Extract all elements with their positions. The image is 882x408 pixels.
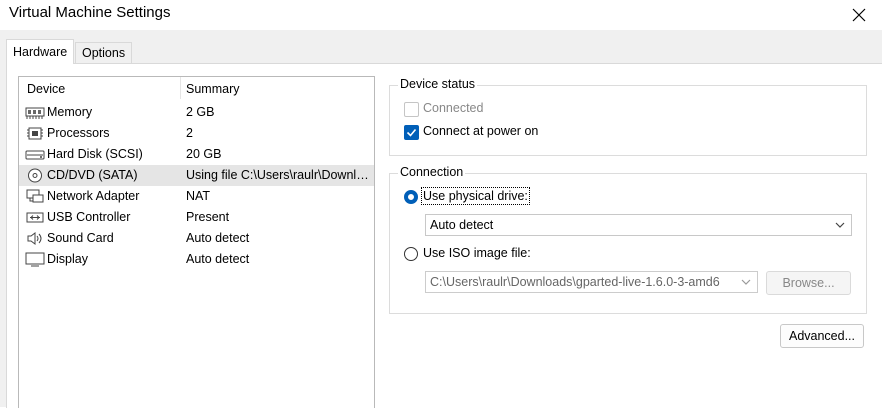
chevron-down-icon [739,275,753,289]
tab-options[interactable]: Options [75,42,133,63]
device-name: Display [47,252,88,266]
device-row-network-adapter[interactable]: Network Adapter NAT [19,186,374,207]
device-summary: Auto detect [186,231,250,245]
processor-icon [27,127,43,140]
device-name: Hard Disk (SCSI) [47,147,143,161]
device-summary: 20 GB [186,147,222,161]
device-list[interactable]: Device Summary Memory 2 GB Processors 2 … [18,76,375,408]
close-button[interactable] [836,0,882,30]
connection-label: Connection [398,165,466,179]
device-name: USB Controller [47,210,131,224]
device-name: CD/DVD (SATA) [47,168,138,182]
device-row-memory[interactable]: Memory 2 GB [19,102,374,123]
physical-drive-value: Auto detect [430,218,494,232]
device-summary: NAT [186,189,211,203]
network-adapter-icon [26,189,44,203]
iso-path-value: C:\Users\raulr\Downloads\gparted-live-1.… [430,275,720,289]
column-header-summary[interactable]: Summary [186,82,239,96]
connected-checkbox[interactable] [404,102,419,117]
device-row-usb-controller[interactable]: USB Controller Present [19,207,374,228]
window-title: Virtual Machine Settings [9,4,171,21]
advanced-button[interactable]: Advanced... [780,324,864,348]
chevron-down-icon [835,222,845,228]
device-status-label: Device status [398,77,478,91]
browse-button[interactable]: Browse... [766,271,851,295]
device-row-sound-card[interactable]: Sound Card Auto detect [19,228,374,249]
title-bar: Virtual Machine Settings [0,0,882,30]
connected-label: Connected [423,101,484,115]
hard-disk-icon [25,150,45,160]
speaker-icon [27,232,42,245]
cd-dvd-icon [28,168,42,183]
usb-icon [26,212,44,223]
device-summary: Present [186,210,230,224]
device-name: Network Adapter [47,189,140,203]
device-status-group: Device status Connected Connect at power… [389,77,867,156]
device-name: Memory [47,105,93,119]
iso-image-radio[interactable] [404,247,418,261]
connect-power-on-checkbox[interactable] [404,125,419,140]
device-row-cd-dvd[interactable]: CD/DVD (SATA) Using file C:\Users\raulr\… [19,165,374,186]
device-summary: 2 [186,126,193,140]
iso-image-label: Use ISO image file: [423,246,531,260]
iso-path-select[interactable]: C:\Users\raulr\Downloads\gparted-live-1.… [425,271,758,293]
physical-drive-radio[interactable] [404,190,418,204]
device-row-display[interactable]: Display Auto detect [19,249,374,270]
device-summary: 2 GB [186,105,215,119]
device-row-hard-disk[interactable]: Hard Disk (SCSI) 20 GB [19,144,374,165]
connect-power-on-label: Connect at power on [423,124,539,138]
close-icon [852,8,866,22]
checkmark-icon [406,128,417,137]
device-name: Sound Card [47,231,114,245]
column-separator [180,77,181,99]
physical-drive-label: Use physical drive: [421,187,530,205]
device-summary: Using file C:\Users\raulr\Downloads\gpar… [186,168,370,182]
tab-hardware[interactable]: Hardware [6,39,75,64]
device-row-processors[interactable]: Processors 2 [19,123,374,144]
device-name: Processors [47,126,110,140]
monitor-icon [25,252,45,267]
memory-icon [25,107,45,119]
device-list-header: Device Summary [19,77,374,99]
connection-group: Connection Use physical drive: Auto dete… [389,165,867,314]
column-header-device[interactable]: Device [27,82,65,96]
physical-drive-select[interactable]: Auto detect [425,214,852,236]
device-summary: Auto detect [186,252,250,266]
